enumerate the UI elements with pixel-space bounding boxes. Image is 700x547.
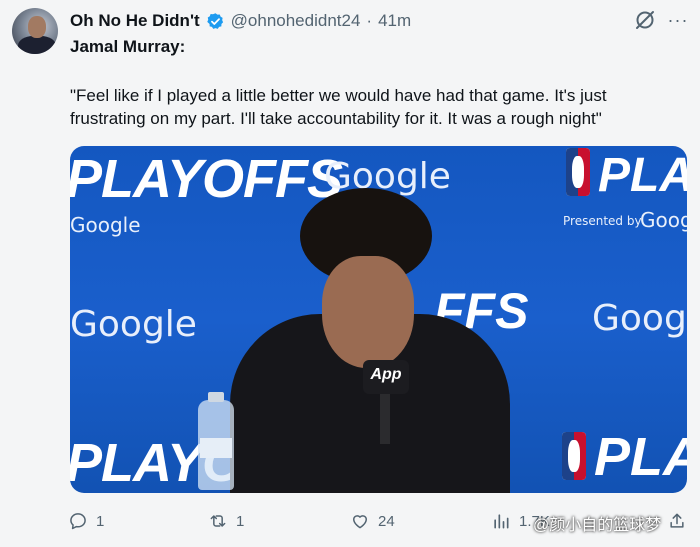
source-watermark: @颜小自的篮球梦 xyxy=(533,517,662,534)
repost-button[interactable]: 1 xyxy=(208,508,244,534)
microphone-stand xyxy=(380,392,390,444)
repost-icon xyxy=(210,515,226,527)
backdrop-presented-by: Presented by xyxy=(563,214,642,228)
microphone-flag: App xyxy=(363,360,409,394)
player-face xyxy=(322,256,414,368)
backdrop-playoffs-right-top: PLAYO xyxy=(598,149,687,202)
backdrop-google-right-mid: Goog xyxy=(592,298,687,339)
grok-icon[interactable] xyxy=(633,8,657,32)
repost-count: 1 xyxy=(236,512,245,530)
share-icon xyxy=(670,513,684,528)
more-icon[interactable]: ··· xyxy=(666,8,690,32)
nba-logo-top xyxy=(566,148,590,196)
handle[interactable]: @ohnohedidnt24 xyxy=(231,11,361,31)
backdrop-playoffs-left: PLAYOFFS xyxy=(70,149,343,209)
backdrop-playoffs-right-bottom: PLAYO xyxy=(594,427,687,487)
separator-dot: · xyxy=(366,11,373,30)
like-button[interactable]: 24 xyxy=(350,508,395,534)
avatar-figure-head xyxy=(28,16,46,38)
tweet-text: "Feel like if I played a little better w… xyxy=(70,86,607,128)
avatar-figure-body xyxy=(18,36,56,54)
backdrop-google-left-top: Google xyxy=(70,213,141,237)
verified-badge-icon xyxy=(206,12,223,29)
nba-logo-bottom xyxy=(562,432,586,480)
like-icon xyxy=(353,515,367,529)
views-icon xyxy=(494,514,509,529)
tweet-media-image[interactable]: PLAYOFFS Google Google PLAYO Presented b… xyxy=(70,146,687,493)
reply-button[interactable]: 1 xyxy=(68,508,104,534)
microphone-flag-text: App xyxy=(370,366,402,383)
reply-count: 1 xyxy=(96,512,105,530)
tweet-header: Oh No He Didn't @ohnohedidnt24 · 41m xyxy=(70,10,411,32)
timestamp[interactable]: 41m xyxy=(378,11,411,31)
reply-icon xyxy=(70,513,86,530)
display-name[interactable]: Oh No He Didn't xyxy=(70,11,200,31)
avatar[interactable] xyxy=(12,8,58,54)
like-count: 24 xyxy=(378,512,395,530)
share-button[interactable] xyxy=(667,508,695,534)
tweet-lead: Jamal Murray: xyxy=(70,37,186,56)
backdrop-google-left-mid: Google xyxy=(70,304,197,345)
water-bottle xyxy=(198,392,234,490)
backdrop-google-right-top: Google xyxy=(640,208,687,232)
